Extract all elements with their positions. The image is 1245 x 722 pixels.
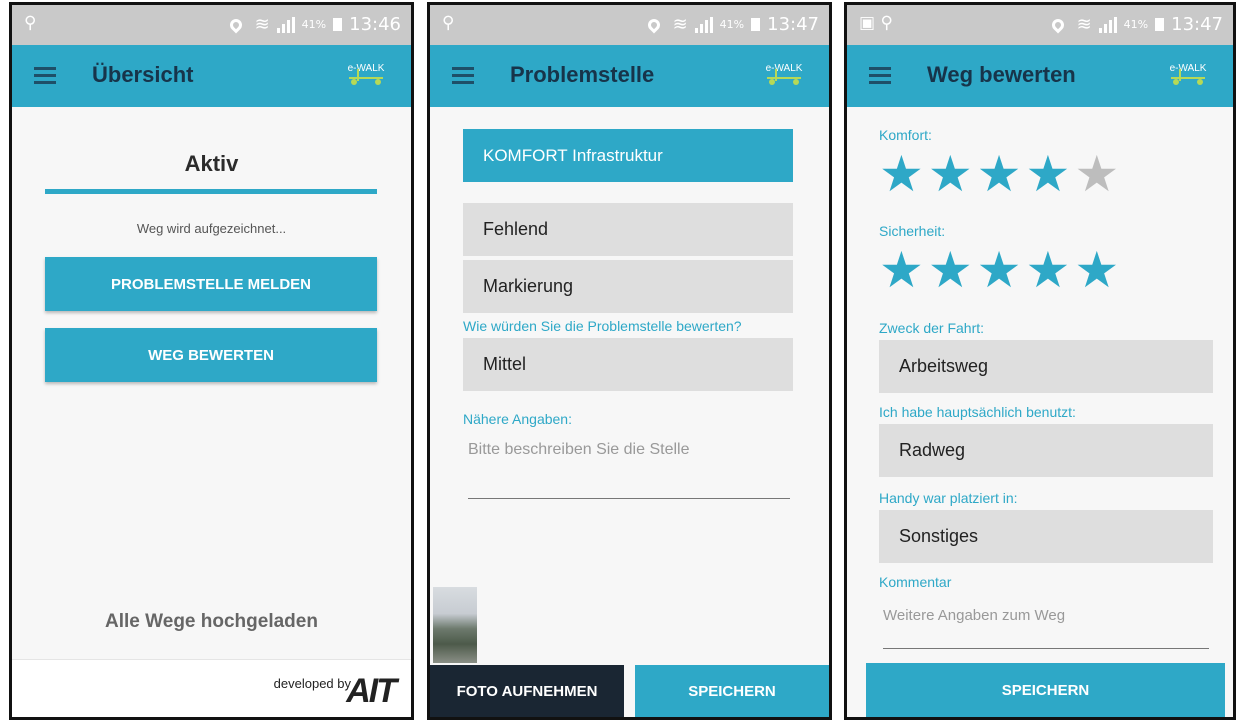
problem-form: KOMFORT Infrastruktur Fehlend Markierung… bbox=[430, 107, 829, 717]
logo-text: e-WALK bbox=[1169, 63, 1207, 74]
menu-icon[interactable] bbox=[869, 67, 891, 84]
star-icon[interactable]: ★ bbox=[977, 245, 1022, 295]
signal-icon bbox=[694, 16, 713, 33]
photo-thumbnail[interactable] bbox=[433, 587, 477, 663]
screen-rate-route: ▣ ⚲ ≋ 41% 13:47 Weg bewerten e-WALK Komf… bbox=[844, 2, 1236, 720]
star-icon[interactable]: ★ bbox=[1025, 245, 1070, 295]
problem-type-select[interactable]: Fehlend bbox=[463, 203, 793, 256]
screen-problem-report: ⚲ ≋ 41% 13:47 Problemstelle e-WALK KOMFO… bbox=[427, 2, 832, 720]
purpose-select[interactable]: Arbeitsweg bbox=[879, 340, 1213, 393]
star-icon[interactable]: ★ bbox=[928, 149, 973, 199]
status-bar: ⚲ ≋ 41% 13:46 bbox=[12, 5, 411, 45]
battery-icon bbox=[751, 18, 761, 31]
location-service-icon: ⚲ bbox=[442, 13, 455, 33]
developed-by-label: developed by bbox=[273, 676, 351, 691]
take-photo-button[interactable]: FOTO AUFNEHMEN bbox=[430, 665, 624, 717]
overview-content: Aktiv Weg wird aufgezeichnet... PROBLEMS… bbox=[12, 107, 411, 659]
status-bar: ▣ ⚲ ≋ 41% 13:47 bbox=[847, 5, 1233, 45]
recording-status: Weg wird aufgezeichnet... bbox=[136, 221, 287, 236]
ewalk-logo: e-WALK bbox=[1165, 63, 1211, 91]
clock: 13:47 bbox=[1171, 14, 1223, 35]
signal-icon bbox=[276, 16, 295, 33]
status-bar: ⚲ ≋ 41% 13:47 bbox=[430, 5, 829, 45]
problem-rating-select[interactable]: Mittel bbox=[463, 338, 793, 391]
star-icon[interactable]: ★ bbox=[1025, 149, 1070, 199]
save-button[interactable]: SPEICHERN bbox=[866, 663, 1225, 717]
star-icon[interactable]: ★ bbox=[977, 149, 1022, 199]
safety-label: Sicherheit: bbox=[879, 223, 946, 239]
comment-input-underline bbox=[883, 648, 1209, 649]
screen-overview: ⚲ ≋ 41% 13:46 Übersicht e-WALK Aktiv Weg… bbox=[9, 2, 414, 720]
notification-icons: ▣ ⚲ bbox=[859, 13, 893, 33]
location-icon bbox=[1049, 16, 1067, 33]
page-title: Übersicht bbox=[92, 62, 194, 87]
rate-route-button[interactable]: WEG BEWERTEN bbox=[45, 328, 377, 382]
menu-icon[interactable] bbox=[452, 67, 474, 84]
rating-form: Komfort: ★ ★ ★ ★ ★ Sicherheit: ★ ★ ★ ★ ★ Zweck d… bbox=[847, 107, 1233, 717]
battery-percent: 41% bbox=[301, 18, 327, 31]
app-bar: Problemstelle e-WALK bbox=[430, 45, 829, 107]
battery-percent: 41% bbox=[1123, 18, 1149, 31]
app-bar: Übersicht e-WALK bbox=[12, 45, 411, 107]
ewalk-logo: e-WALK bbox=[343, 63, 389, 91]
menu-icon[interactable] bbox=[34, 67, 56, 84]
used-select[interactable]: Radweg bbox=[879, 424, 1213, 477]
star-icon[interactable]: ★ bbox=[879, 245, 924, 295]
problem-subtype-select[interactable]: Markierung bbox=[463, 260, 793, 313]
logo-text: e-WALK bbox=[347, 63, 385, 74]
battery-percent: 41% bbox=[719, 18, 745, 31]
footer: developed by AIT bbox=[12, 659, 411, 717]
location-service-icon: ⚲ bbox=[24, 13, 37, 33]
details-input[interactable]: Bitte beschreiben Sie die Stelle bbox=[468, 441, 689, 459]
clock: 13:46 bbox=[349, 14, 401, 35]
safety-rating[interactable]: ★ ★ ★ ★ ★ bbox=[879, 245, 1119, 295]
details-input-underline bbox=[468, 498, 790, 499]
app-bar: Weg bewerten e-WALK bbox=[847, 45, 1233, 107]
category-button[interactable]: KOMFORT Infrastruktur bbox=[463, 129, 793, 182]
status-divider bbox=[45, 189, 377, 194]
report-problem-button[interactable]: PROBLEMSTELLE MELDEN bbox=[45, 257, 377, 311]
used-label: Ich habe hauptsächlich benutzt: bbox=[879, 404, 1076, 420]
wifi-icon: ≋ bbox=[1076, 14, 1092, 35]
logo-text: e-WALK bbox=[765, 63, 803, 74]
rating-question-label: Wie würden Sie die Problemstelle bewerte… bbox=[463, 318, 742, 334]
comfort-rating[interactable]: ★ ★ ★ ★ ★ bbox=[879, 149, 1119, 199]
battery-icon bbox=[1155, 18, 1165, 31]
page-title: Problemstelle bbox=[510, 62, 655, 87]
comment-label: Kommentar bbox=[879, 574, 952, 590]
purpose-label: Zweck der Fahrt: bbox=[879, 320, 985, 336]
signal-icon bbox=[1098, 16, 1117, 33]
wifi-icon: ≋ bbox=[672, 14, 688, 35]
comfort-label: Komfort: bbox=[879, 127, 932, 143]
status-heading: Aktiv bbox=[184, 151, 239, 176]
wifi-icon: ≋ bbox=[254, 14, 270, 35]
phone-placement-label: Handy war platziert in: bbox=[879, 490, 1018, 506]
upload-status: Alle Wege hochgeladen bbox=[105, 611, 318, 632]
page-title: Weg bewerten bbox=[927, 62, 1076, 87]
phone-placement-select[interactable]: Sonstiges bbox=[879, 510, 1213, 563]
ewalk-logo: e-WALK bbox=[761, 63, 807, 91]
star-icon[interactable]: ★ bbox=[928, 245, 973, 295]
ait-logo: AIT bbox=[346, 672, 397, 710]
comment-input[interactable]: Weitere Angaben zum Weg bbox=[883, 607, 1065, 624]
location-icon bbox=[645, 16, 663, 33]
star-icon[interactable]: ★ bbox=[1074, 149, 1119, 199]
save-button[interactable]: SPEICHERN bbox=[635, 665, 829, 717]
star-icon[interactable]: ★ bbox=[879, 149, 924, 199]
clock: 13:47 bbox=[767, 14, 819, 35]
details-label: Nähere Angaben: bbox=[463, 411, 572, 427]
location-icon bbox=[227, 16, 245, 33]
battery-icon bbox=[333, 18, 343, 31]
star-icon[interactable]: ★ bbox=[1074, 245, 1119, 295]
